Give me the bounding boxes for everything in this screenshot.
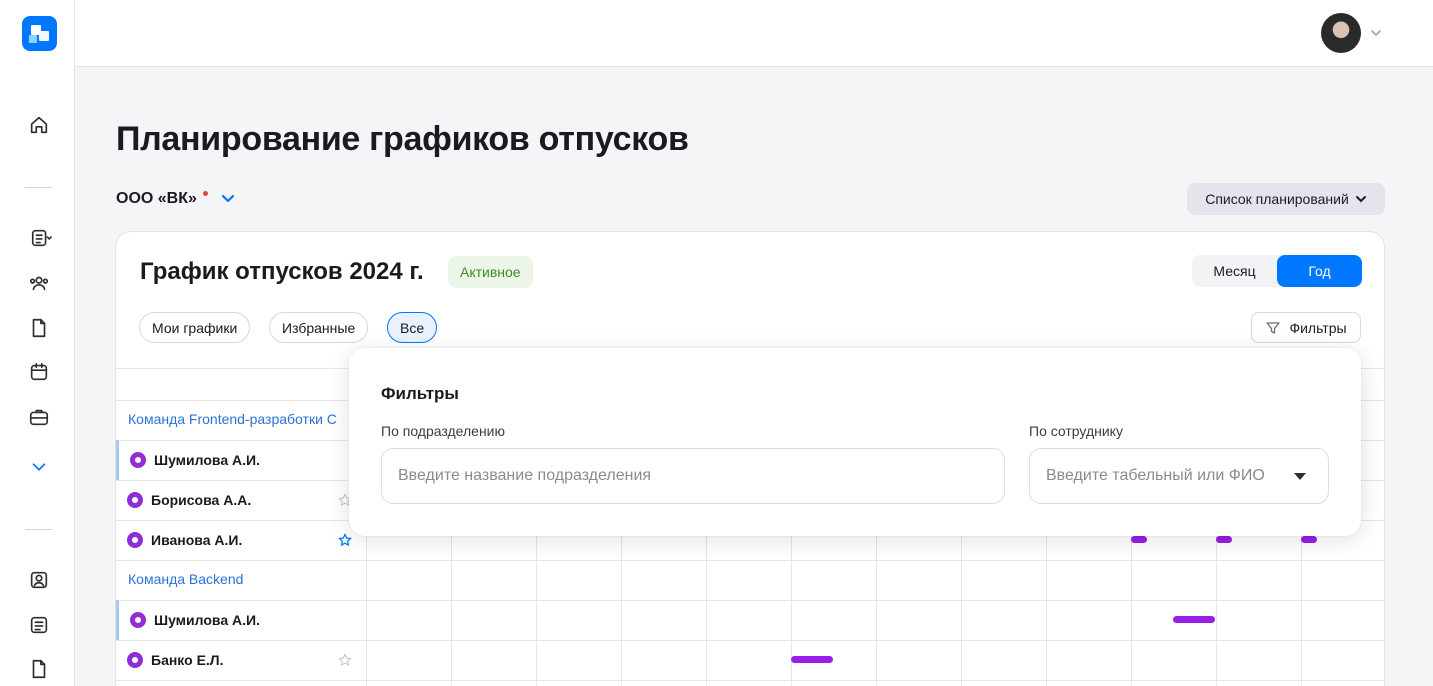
vacation-bar[interactable] [1301,536,1317,543]
status-badge: Активное [448,256,533,288]
org-name: ООО «ВК» [116,190,197,207]
view-switch: Месяц Год [1192,255,1362,287]
eye-icon [130,612,146,628]
grid-line [1046,520,1047,686]
app-logo[interactable] [22,16,57,51]
employee-row[interactable]: Шумилова А.И. [116,600,366,640]
caret-down-icon [1294,473,1306,480]
plans-list-label: Список планирований [1205,191,1349,207]
grid-line [876,520,877,686]
chevron-down-icon [1355,196,1366,203]
chip-all[interactable]: Все [387,312,438,343]
chevron-down-icon[interactable] [27,455,51,479]
star-icon[interactable] [338,533,352,547]
department-label: По подразделению [381,423,505,439]
eye-icon [127,532,143,548]
home-icon[interactable] [27,113,51,137]
employee-name: Иванова А.И. [151,532,243,548]
eye-icon [130,452,146,468]
employee-row[interactable]: Иванова А.И. [116,520,366,560]
employee-placeholder: Введите табельный или ФИО [1046,467,1265,484]
employee-row[interactable]: Борисова А.А. [116,480,366,520]
tab-month[interactable]: Месяц [1192,255,1277,287]
department-placeholder: Введите название подразделения [398,467,652,484]
grid-line [961,520,962,686]
eye-icon [127,652,143,668]
calendar-icon[interactable] [27,360,51,384]
employee-select[interactable]: Введите табельный или ФИО [1029,448,1329,504]
grid-line [536,520,537,686]
sidebar [0,0,75,686]
popover-title: Фильтры [381,384,459,403]
chevron-down-icon[interactable] [220,193,236,205]
department-input[interactable]: Введите название подразделения [381,448,1005,504]
chip-my-schedules[interactable]: Мои графики [139,312,251,343]
topbar [75,0,1433,67]
star-icon[interactable] [338,653,352,667]
team-name[interactable]: Команда Frontend-разработки С [128,411,337,427]
vacation-bar[interactable] [1173,616,1215,623]
employee-name: Шумилова А.И. [154,452,260,468]
vacation-bar[interactable] [1131,536,1147,543]
filters-label: Фильтры [1289,319,1347,336]
file-icon[interactable] [27,657,51,681]
profile-card-icon[interactable] [27,568,51,592]
chip-favorites[interactable]: Избранные [269,312,369,343]
grid-line [116,560,1384,561]
sidebar-divider [25,529,52,530]
list-icon[interactable] [27,613,51,637]
schedule-title: График отпусков 2024 г. [140,258,424,285]
sidebar-divider [25,187,52,188]
chevron-down-icon[interactable] [1370,28,1382,38]
page-title: Планирование графиков отпусков [116,120,689,158]
employee-name: Борисова А.А. [151,492,252,508]
eye-icon [127,492,143,508]
filter-icon [1266,321,1281,334]
employee-row[interactable]: Шумилова А.И. [116,440,366,480]
document-icon[interactable] [27,316,51,340]
avatar[interactable] [1321,13,1361,53]
filters-popover: Фильтры По подразделению По сотруднику В… [349,348,1361,536]
employee-name: Банко Е.Л. [151,652,224,668]
employee-row[interactable]: Банко Е.Л. [116,640,366,680]
grid-line [621,520,622,686]
grid-line [116,680,1384,681]
employee-name: Шумилова А.И. [154,612,260,628]
team-name[interactable]: Команда Backend [128,571,243,587]
vacation-bar[interactable] [1216,536,1232,543]
employee-label: По сотруднику [1029,423,1123,439]
vacation-bar[interactable] [791,656,833,663]
notification-dot [202,190,208,196]
list-dropdown-icon[interactable] [29,226,53,250]
grid-line [706,520,707,686]
filters-button[interactable]: Фильтры [1251,312,1361,343]
org-selector[interactable]: ООО «ВК» [116,190,236,208]
grid-line [451,520,452,686]
users-icon[interactable] [27,271,51,295]
tab-year[interactable]: Год [1277,255,1362,287]
briefcase-icon[interactable] [27,405,51,429]
plans-list-button[interactable]: Список планирований [1187,183,1385,215]
